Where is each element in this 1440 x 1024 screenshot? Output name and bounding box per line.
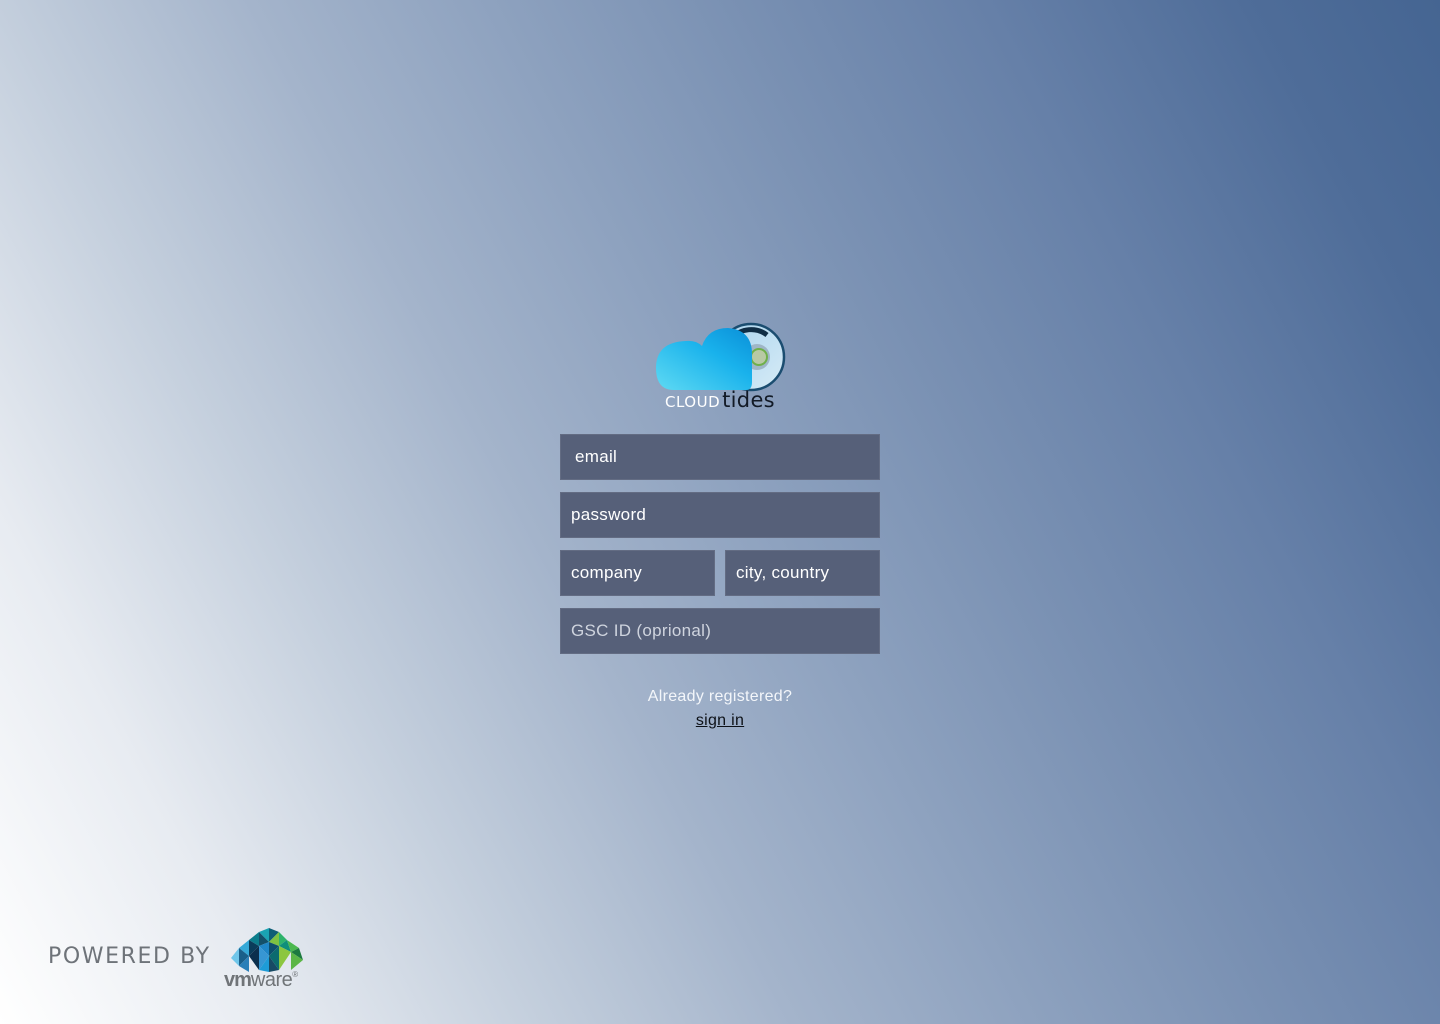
powered-by-label: POWERED BY	[48, 944, 211, 969]
cloudtides-logo: CLOUDtides	[654, 320, 788, 416]
vmware-logo-icon	[231, 928, 303, 972]
password-input[interactable]	[560, 492, 880, 538]
cloud-logo-icon	[656, 322, 786, 392]
email-input[interactable]	[560, 434, 880, 480]
signin-link-wrapper: sign in	[560, 712, 880, 730]
logo-word-cloud: CLOUD	[665, 393, 721, 411]
city-country-input[interactable]	[725, 550, 880, 596]
logo-word-tides: tides	[722, 388, 775, 412]
sign-in-link[interactable]: sign in	[696, 712, 744, 729]
company-location-row	[560, 550, 880, 608]
logo-wordmark: CLOUDtides	[665, 390, 775, 411]
registration-form	[560, 434, 880, 666]
vmware-wordmark: vmware®	[224, 969, 298, 991]
gsc-id-input[interactable]	[560, 608, 880, 654]
company-input[interactable]	[560, 550, 715, 596]
already-registered-text: Already registered?	[647, 688, 793, 705]
